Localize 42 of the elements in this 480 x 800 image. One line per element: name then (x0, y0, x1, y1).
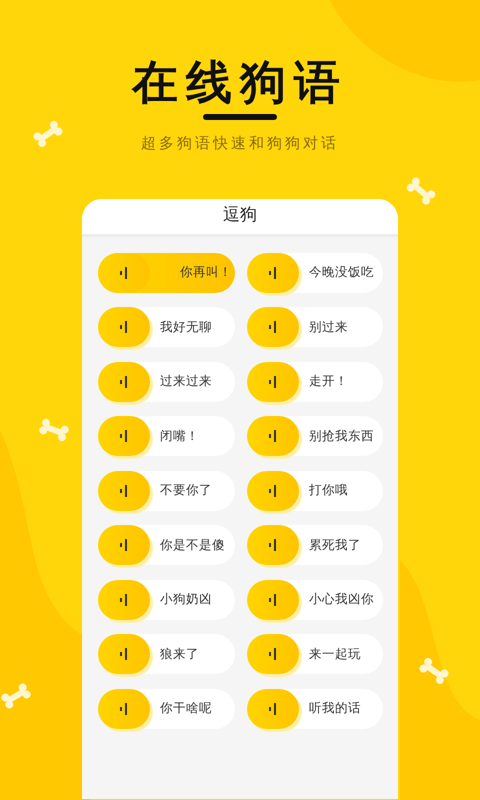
sound-icon (269, 376, 277, 388)
phrase-button[interactable]: 过来过来 (98, 362, 235, 402)
phrase-button[interactable]: 闭嘴！ (98, 416, 235, 456)
phrase-button[interactable]: 走开！ (247, 362, 383, 402)
phrase-button[interactable]: 听我的话 (247, 688, 383, 728)
sound-icon (120, 594, 128, 606)
sound-icon (269, 702, 277, 714)
phrase-button[interactable]: 狼来了 (98, 634, 235, 674)
sound-icon (269, 266, 277, 278)
bone-icon (418, 655, 450, 687)
phrase-button[interactable]: 今晚没饭吃 (247, 252, 383, 292)
subtitle: 超多狗语快速和狗狗对话 (141, 133, 339, 154)
sound-icon (269, 321, 277, 333)
sound-icon (120, 702, 128, 714)
sound-icon (269, 539, 277, 551)
phrase-button[interactable]: 你干啥呢 (98, 688, 235, 728)
phrase-button[interactable]: 你再叫！ (98, 252, 235, 292)
sound-icon (120, 266, 128, 278)
headline: 在线狗语 (132, 54, 348, 111)
phrase-button[interactable]: 小心我凶你 (247, 580, 383, 620)
sound-icon (120, 539, 128, 551)
sound-icon (269, 648, 277, 660)
phrase-button[interactable]: 别抢我东西 (247, 416, 383, 456)
phrase-button[interactable]: 你是不是傻 (98, 525, 235, 565)
phrase-button[interactable]: 不要你了 (98, 470, 235, 510)
phrase-button[interactable]: 别过来 (247, 307, 383, 347)
sound-icon (120, 321, 128, 333)
phrase-button[interactable]: 打你哦 (247, 470, 383, 510)
phrase-button[interactable]: 我好无聊 (98, 307, 235, 347)
sound-icon (120, 648, 128, 660)
bone-icon (32, 118, 64, 150)
phrase-button[interactable]: 小狗奶凶 (98, 580, 235, 620)
phrase-button[interactable]: 累死我了 (247, 525, 383, 565)
screen-title: 逗狗 (223, 204, 257, 228)
phrase-button[interactable]: 来一起玩 (247, 634, 383, 674)
sound-icon (269, 594, 277, 606)
sound-icon (120, 430, 128, 442)
sound-icon (120, 484, 128, 496)
sound-icon (269, 430, 277, 442)
sound-icon (269, 484, 277, 496)
sound-icon (120, 376, 128, 388)
bone-icon (405, 175, 437, 207)
